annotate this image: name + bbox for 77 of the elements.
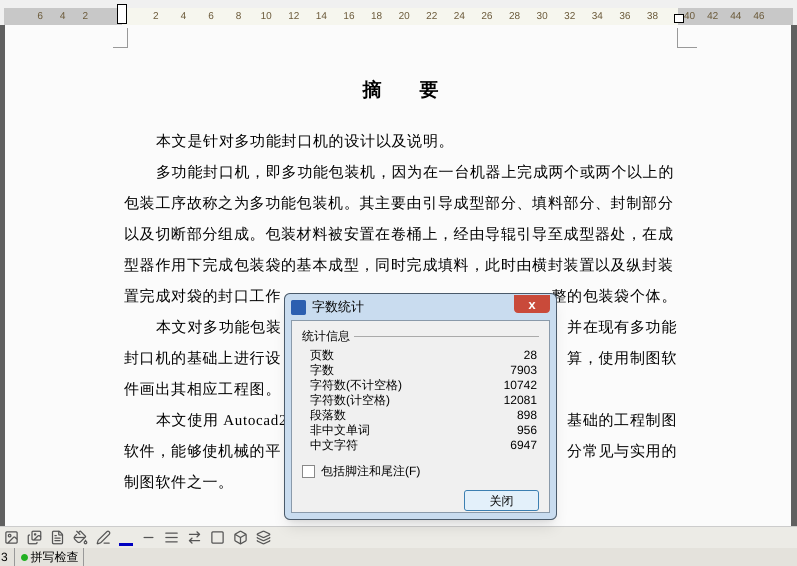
stat-value: 6947 xyxy=(510,436,537,454)
close-button[interactable]: x xyxy=(514,295,550,313)
app-logo-icon xyxy=(291,300,306,314)
ruler-number: 8 xyxy=(234,10,242,24)
ruler-number: 42 xyxy=(707,10,718,24)
ruler-number: 38 xyxy=(646,10,660,24)
pen-icon[interactable] xyxy=(96,530,111,545)
paragraph-text: 算，使用制图软 xyxy=(567,350,677,370)
paragraph-text: 以及切断部分组成。包装材料被安置在卷桶上，经由导辊引导至成型器处，在成 xyxy=(124,225,674,246)
paragraph-text: 分常见与实用的 xyxy=(567,442,677,462)
stat-value: 956 xyxy=(516,422,537,438)
ruler-number: 20 xyxy=(398,10,411,24)
stat-value: 28 xyxy=(524,346,537,364)
ruler-number: 40 xyxy=(684,10,696,24)
ruler-number: 22 xyxy=(425,10,438,24)
ruler-number: 12 xyxy=(287,10,300,24)
paragraph-text: 并在现有多功能 xyxy=(567,318,677,338)
ruler-number: 36 xyxy=(618,10,632,24)
stat-value: 898 xyxy=(516,406,537,424)
document-title: 摘 要 xyxy=(361,78,440,103)
text-box-icon[interactable] xyxy=(50,530,65,545)
paragraph-text: 本文对多功能包装 xyxy=(156,318,282,338)
ruler-number: 28 xyxy=(508,10,522,24)
ruler-number: 14 xyxy=(314,10,328,24)
paragraph-text: 本文是针对多功能封口机的设计以及说明。 xyxy=(156,132,454,152)
paragraph-text: 型器作用下完成包装袋的基本成型，同时完成填料，此时由横封装置以及纵封装 xyxy=(124,256,674,276)
cube-icon[interactable] xyxy=(233,530,248,545)
group-title: 统计信息 xyxy=(302,328,350,345)
paragraph-text: 件画出其相应工程图。 xyxy=(124,380,281,400)
stat-value: 7903 xyxy=(510,362,537,378)
pictures-icon[interactable] xyxy=(27,530,42,545)
ruler-number: 2 xyxy=(152,10,160,24)
ruler-number: 26 xyxy=(480,10,494,24)
stat-label: 非中文单词 xyxy=(310,422,370,438)
ruler-number: 16 xyxy=(342,10,356,24)
ruler-number: 34 xyxy=(590,10,604,24)
ruler-number: 30 xyxy=(536,10,549,24)
ruler-number: 4 xyxy=(180,10,188,24)
ruler-number: 2 xyxy=(82,10,88,24)
ruler-number: 6 xyxy=(207,10,215,24)
paragraph-text: 基础的工程制图 xyxy=(567,412,677,432)
paragraph-text: 制图软件之一。 xyxy=(124,473,234,494)
ruler-number: 6 xyxy=(37,10,43,24)
ruler-number: 32 xyxy=(563,10,576,24)
stat-label: 字数 xyxy=(310,362,334,378)
layers-icon[interactable] xyxy=(256,530,271,545)
stat-label: 段落数 xyxy=(310,406,346,424)
ruler-number: 44 xyxy=(730,10,742,24)
page-number: 3 xyxy=(0,548,15,566)
paragraph-text: 置完成对袋的封口工作 xyxy=(124,287,281,308)
ruler-number: 10 xyxy=(260,10,273,24)
stat-value: 10742 xyxy=(504,376,537,394)
close-dialog-button[interactable]: 关闭 xyxy=(464,490,539,511)
paragraph-text: 多功能封口机，即多功能包装机，因为在一台机器上完成两个或两个以上的 xyxy=(156,163,674,184)
paragraph-text: 本文使用 Autocad2 xyxy=(156,412,288,432)
stat-label: 字符数(计空格) xyxy=(310,392,390,408)
dialog-title: 字数统计 xyxy=(312,298,365,316)
paragraph-text: 封口机的基础上进行设 xyxy=(124,350,281,370)
paint-bucket-icon[interactable] xyxy=(73,530,88,545)
paragraph-text: 软件，能够使机械的平 xyxy=(124,442,281,462)
stat-label: 中文字符 xyxy=(310,436,358,454)
margin-corner-mark xyxy=(677,28,697,48)
ruler-number: 18 xyxy=(370,10,384,24)
stat-label: 页数 xyxy=(310,346,334,364)
ruler-number: 24 xyxy=(452,10,466,24)
right-indent-marker-icon xyxy=(674,14,684,23)
arrow-style-icon[interactable] xyxy=(187,530,202,545)
margin-corner-mark xyxy=(113,28,128,48)
picture-icon[interactable] xyxy=(4,530,19,545)
stat-label: 字符数(不计空格) xyxy=(310,376,402,394)
spell-check-label[interactable]: 拼写检查 xyxy=(30,548,84,566)
paragraph-text: 包装工序故称之为多功能包装机。其主要由引导成型部分、填料部分、封制部分 xyxy=(124,194,674,214)
checkbox-label: 包括脚注和尾注(F) xyxy=(321,463,420,480)
ruler-number: 46 xyxy=(753,10,764,24)
stat-value: 12081 xyxy=(504,392,537,408)
footnote-checkbox[interactable] xyxy=(302,464,315,478)
ruler-number: 4 xyxy=(60,10,66,24)
